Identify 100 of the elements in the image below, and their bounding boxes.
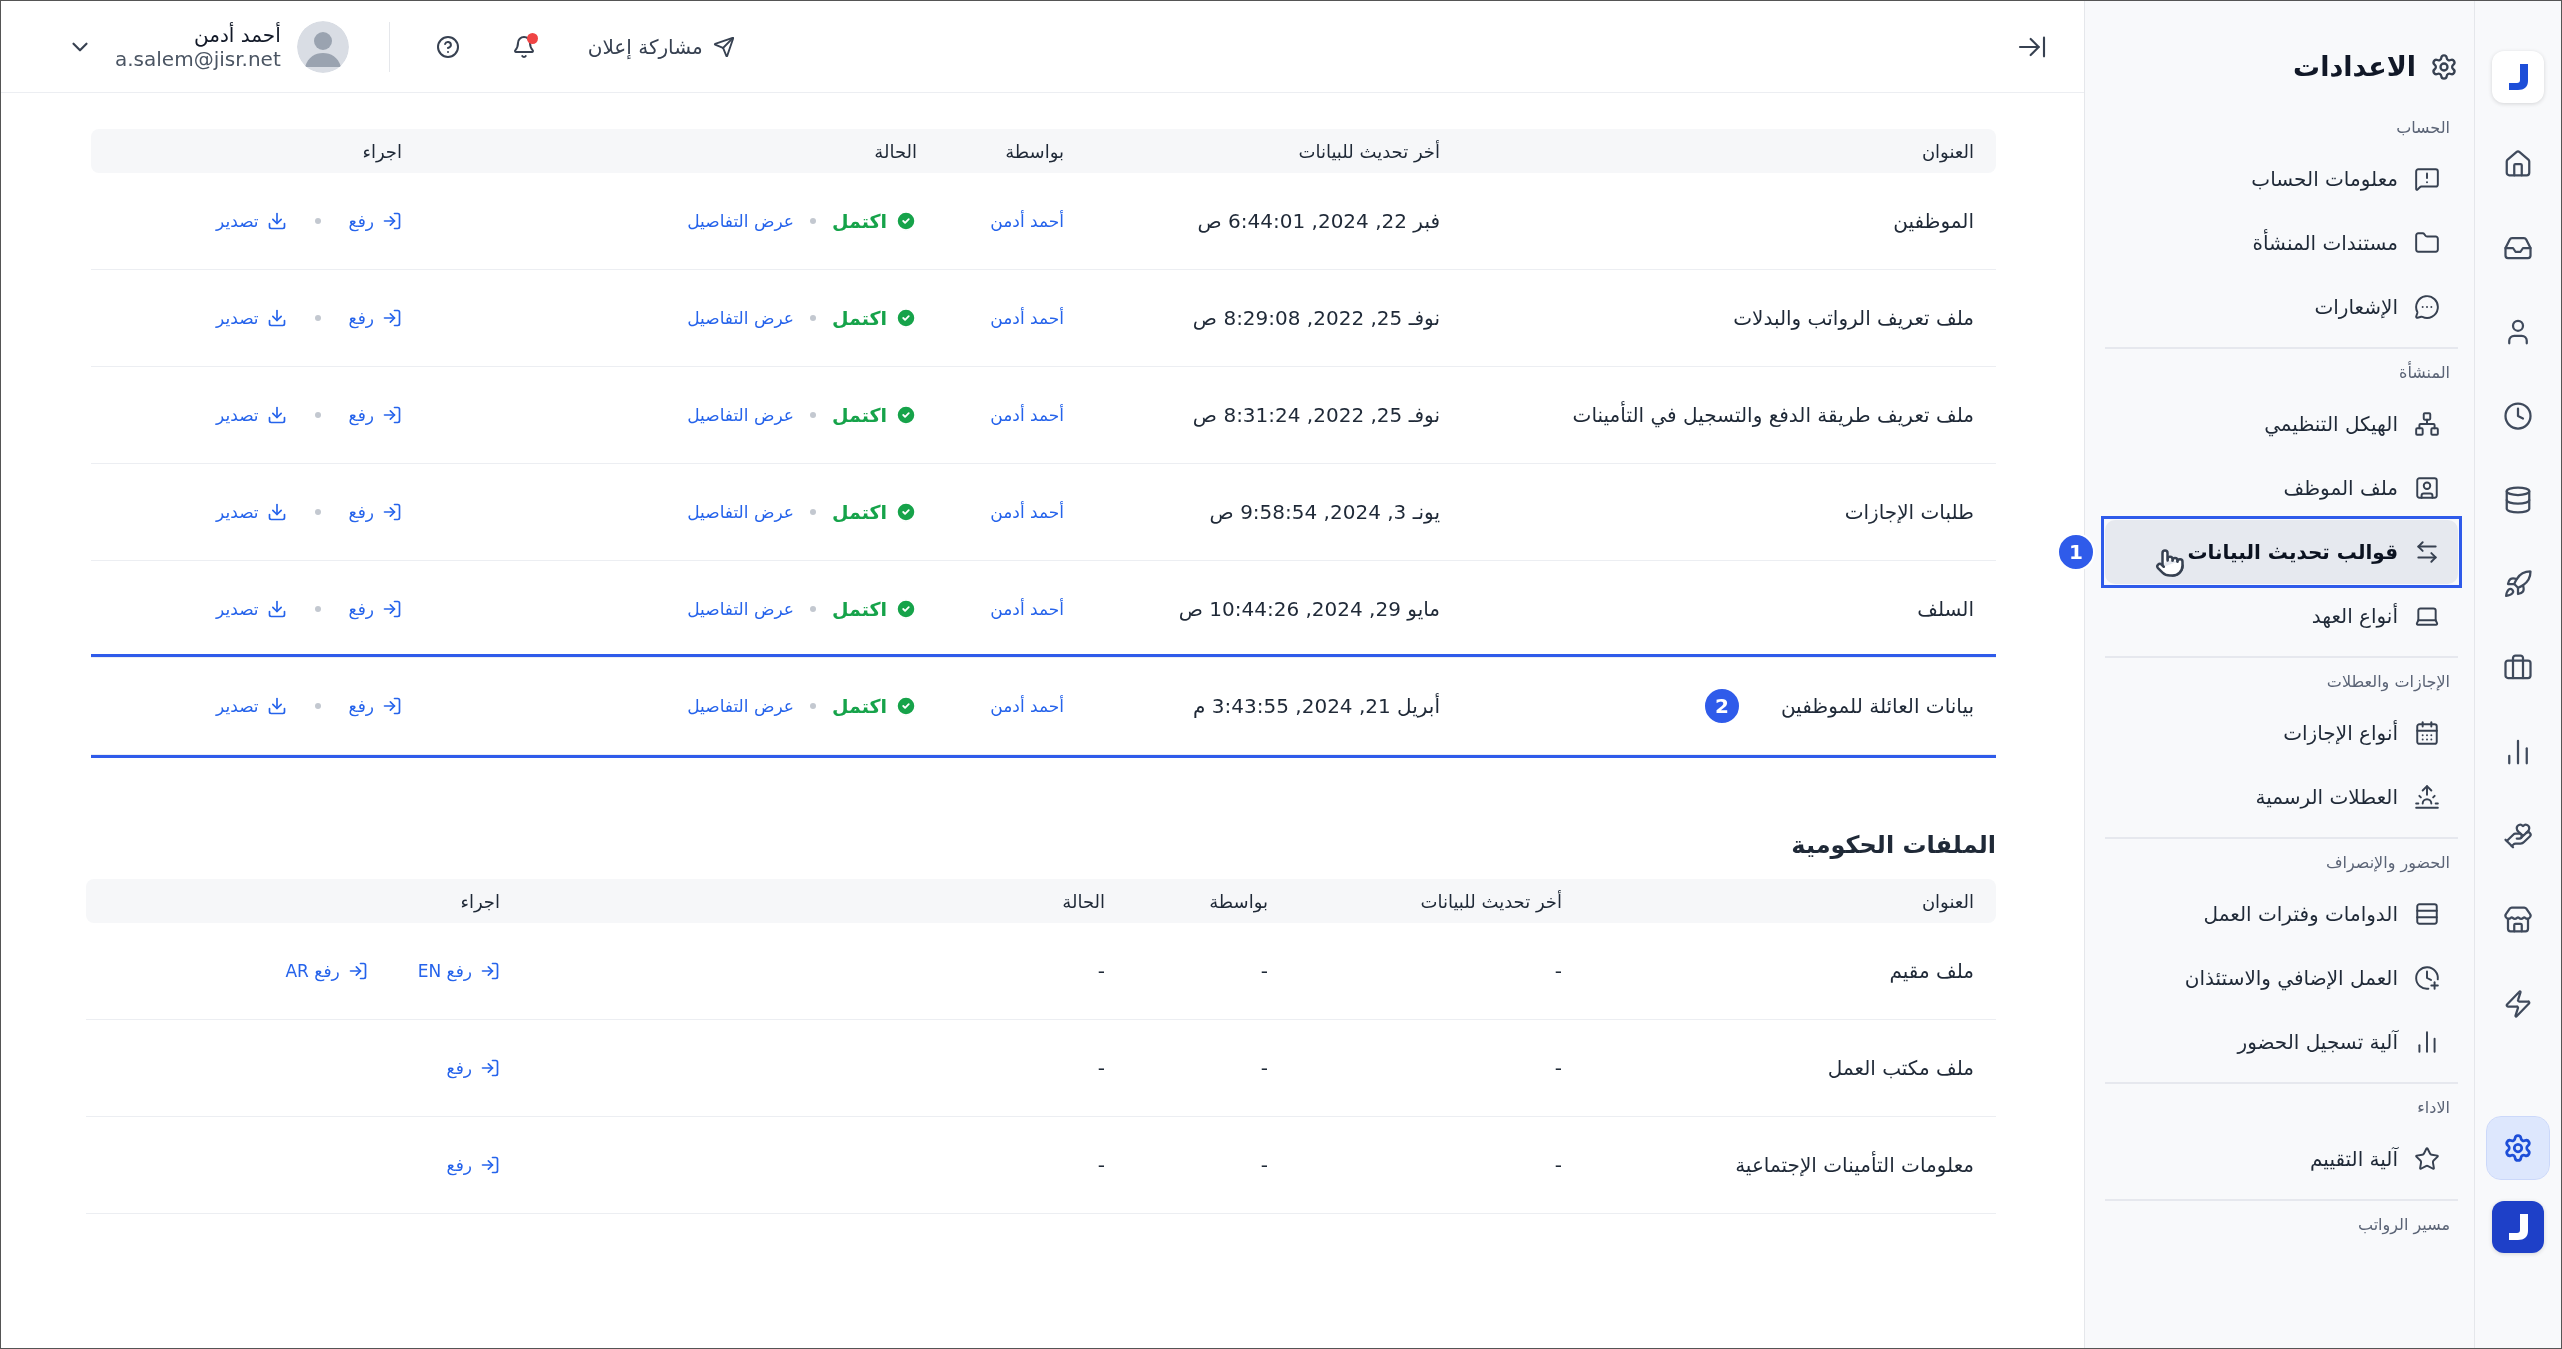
section-heading: الملفات الحكومية: [1790, 831, 1996, 859]
download-icon: [266, 502, 287, 522]
bell-icon: [511, 34, 536, 59]
table-cell: السلف: [1917, 597, 1974, 621]
sidebar-item[interactable]: آلية تسجيل الحضور: [2105, 1010, 2458, 1074]
table-cell: ملف تعريف طريقة الدفع والتسجيل في التأمينات: [1572, 403, 1974, 427]
sidebar-item[interactable]: مستندات المنشأة: [2105, 211, 2458, 275]
download-icon: [266, 211, 287, 231]
separator-dot: [810, 315, 816, 321]
details-link[interactable]: عرض التفاصيل: [687, 599, 794, 619]
user-link[interactable]: أحمد أدمن: [961, 308, 1064, 328]
upload-icon: [382, 211, 402, 231]
separator-dot: [314, 606, 321, 612]
export-link[interactable]: تصدير: [216, 599, 287, 619]
sidebar-item[interactable]: العمل الإضافي والاستئذان: [2105, 946, 2458, 1010]
export-link[interactable]: تصدير: [216, 405, 287, 425]
send-icon: [712, 35, 735, 58]
rocket-icon: [2503, 569, 2533, 599]
date-text: مايو 29, 2024, 10:44:26 ص: [1178, 597, 1440, 621]
rail-button[interactable]: [2487, 1117, 2549, 1179]
star-icon: [2414, 1146, 2440, 1172]
table-cell: بيانات العائلة للموظفين: [1780, 694, 1974, 718]
check-circle-icon: [895, 307, 917, 329]
logo-icon: [2492, 1201, 2544, 1253]
upload-link[interactable]: رفع: [348, 405, 402, 425]
check-circle-icon: [895, 404, 917, 426]
export-link[interactable]: تصدير: [216, 696, 287, 716]
upload-link[interactable]: رفع: [348, 308, 402, 328]
upload-icon: [382, 502, 402, 522]
upload-icon: [382, 405, 402, 425]
upload-icon: [382, 599, 402, 619]
section-title: المنشأة: [2398, 363, 2451, 384]
section-title: الحضور والإنصراف: [2324, 853, 2451, 875]
date-text: فبر 22, 2024, 6:44:01 ص: [1197, 209, 1440, 233]
sidebar-item[interactable]: الإشعارات: [2105, 275, 2458, 339]
column-header: الحالة: [873, 140, 918, 162]
callout-badge: 1: [2057, 533, 2095, 571]
export-link[interactable]: تصدير: [216, 211, 287, 231]
table-cell-text: ملف مقيم: [1888, 959, 1975, 983]
details-link[interactable]: عرض التفاصيل: [687, 696, 794, 716]
check-circle-icon: [895, 501, 917, 523]
upload-link[interactable]: رفع: [348, 696, 402, 716]
status-label: اكتمل: [832, 695, 917, 717]
sidebar-item[interactable]: ملف الموظف: [2105, 456, 2458, 520]
database-icon: [2503, 485, 2533, 515]
upload-icon: [480, 1155, 500, 1175]
upload-link[interactable]: رفع: [446, 1155, 500, 1175]
sidebar-item[interactable]: أنواع الإجازات: [2105, 701, 2458, 765]
chat-bubble-icon: [2414, 294, 2440, 320]
table-cell-text: -: [1553, 1056, 1563, 1080]
user-link[interactable]: أحمد أدمن: [961, 696, 1064, 716]
column-header: الحالة: [1061, 890, 1106, 912]
sidebar-item[interactable]: معلومات الحساب: [2105, 147, 2458, 211]
sidebar-item[interactable]: آلية التقييم: [2105, 1127, 2458, 1191]
column-header: بواسطة: [1004, 140, 1065, 162]
upload-link[interactable]: رفع: [348, 211, 402, 231]
user-link[interactable]: أحمد أدمن: [961, 599, 1064, 619]
callout-badge: 2: [1703, 687, 1741, 725]
status-label: اكتمل: [832, 210, 917, 232]
store-icon: [2503, 905, 2533, 935]
table-cell-text: -: [1096, 959, 1106, 983]
download-icon: [266, 696, 287, 716]
sidebar-item[interactable]: الدوامات وفترات العمل: [2105, 882, 2458, 946]
column-header: بواسطة: [1208, 890, 1269, 912]
table-cell: طلبات الإجازات: [1844, 500, 1974, 524]
upload-link[interactable]: رفع: [348, 599, 402, 619]
status-label: اكتمل: [832, 307, 917, 329]
logo-icon: [2492, 51, 2544, 103]
sidebar-item[interactable]: العطلات الرسمية: [2105, 765, 2458, 829]
upload-link[interactable]: رفع AR: [285, 961, 368, 981]
user-link[interactable]: أحمد أدمن: [961, 211, 1064, 231]
details-link[interactable]: عرض التفاصيل: [687, 308, 794, 328]
home-icon: [2503, 149, 2533, 179]
folder-icon: [2414, 230, 2440, 256]
column-header: أخر تحديث للبيانات: [1419, 890, 1563, 912]
check-circle-icon: [895, 210, 917, 232]
export-link[interactable]: تصدير: [216, 502, 287, 522]
date-text: نوفـ 25, 2022, 8:31:24 ص: [1192, 403, 1440, 427]
details-link[interactable]: عرض التفاصيل: [687, 405, 794, 425]
share-announcement-button[interactable]: مشاركة إعلان: [581, 28, 741, 65]
details-link[interactable]: عرض التفاصيل: [687, 502, 794, 522]
upload-link[interactable]: رفع: [348, 502, 402, 522]
user-link[interactable]: أحمد أدمن: [961, 502, 1064, 522]
sidebar-item[interactable]: أنواع العهد: [2105, 584, 2458, 648]
separator-dot: [810, 218, 816, 224]
table-cell-text: -: [1259, 1056, 1269, 1080]
separator-dot: [314, 218, 321, 224]
upload-link[interactable]: رفع: [446, 1058, 500, 1078]
status-label: اكتمل: [832, 404, 917, 426]
upload-link[interactable]: رفع EN: [417, 961, 500, 981]
sunrise-icon: [2414, 784, 2440, 810]
user-link[interactable]: أحمد أدمن: [961, 405, 1064, 425]
user-card-icon: [2414, 475, 2440, 501]
column-header: اجراء: [459, 890, 501, 912]
bars-icon: [2414, 901, 2440, 927]
calendar-icon: [2414, 720, 2440, 746]
sidebar-item[interactable]: الهيكل التنظيمي: [2105, 392, 2458, 456]
details-link[interactable]: عرض التفاصيل: [687, 211, 794, 231]
export-link[interactable]: تصدير: [216, 308, 287, 328]
clock-icon: [2503, 401, 2533, 431]
